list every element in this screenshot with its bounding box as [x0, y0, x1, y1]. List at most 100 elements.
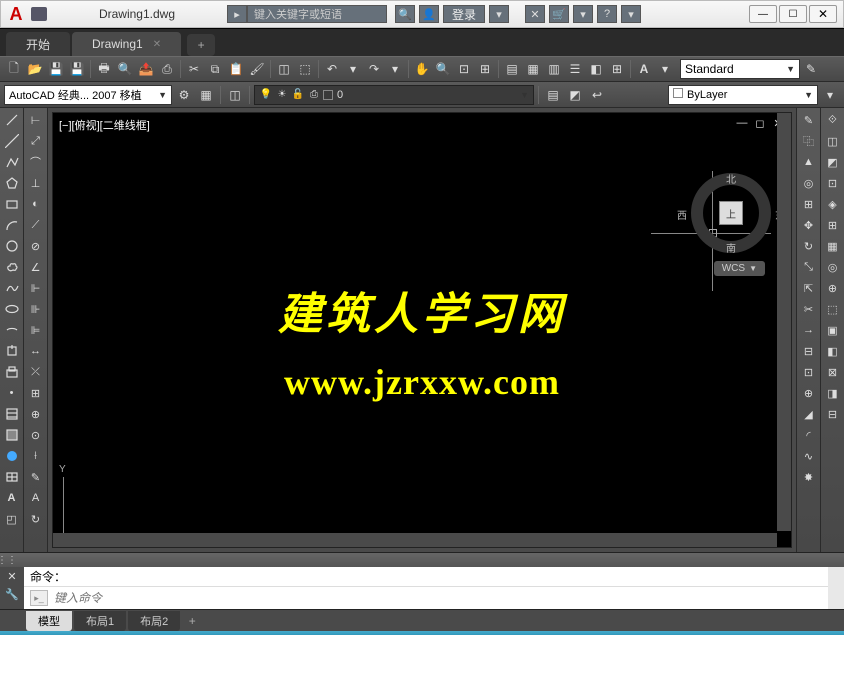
scrollbar-vertical[interactable]	[777, 113, 791, 531]
mod2-g[interactable]: ▦	[823, 236, 843, 256]
print-icon[interactable]: 🖶	[94, 59, 114, 79]
vp-minimize-icon[interactable]: —	[735, 117, 749, 130]
cmd-prompt-icon[interactable]: ▸_	[30, 590, 48, 606]
dim-jogline-tool[interactable]: ⟊	[26, 446, 46, 466]
addsel-tool[interactable]: ◰	[2, 509, 22, 529]
publish-icon[interactable]: 📤	[136, 59, 156, 79]
linetype-dropdown[interactable]: ByLayer▼	[668, 85, 818, 105]
saveas-icon[interactable]: 💾	[67, 59, 87, 79]
arc-tool[interactable]	[2, 215, 22, 235]
mod2-k[interactable]: ▣	[823, 320, 843, 340]
table-tool[interactable]	[2, 467, 22, 487]
rect-tool[interactable]	[2, 194, 22, 214]
mod2-n[interactable]: ◨	[823, 383, 843, 403]
dim-arc-tool[interactable]: ⌒	[26, 152, 46, 172]
break2-tool[interactable]: ⊡	[799, 362, 819, 382]
mod2-f[interactable]: ⊞	[823, 215, 843, 235]
sheet-icon[interactable]: ☰	[565, 59, 585, 79]
ws-save-icon[interactable]: ▦	[196, 85, 216, 105]
search-icon[interactable]: 🔍	[395, 5, 415, 23]
move-tool[interactable]: ✥	[799, 215, 819, 235]
trim-tool[interactable]: ✂	[799, 299, 819, 319]
dim-jog-tool[interactable]: ⟋	[26, 215, 46, 235]
center-tool[interactable]: ⊕	[26, 404, 46, 424]
dim-ord-tool[interactable]: ⊥	[26, 173, 46, 193]
scrollbar-horizontal[interactable]	[53, 533, 777, 547]
chamfer-tool[interactable]: ◢	[799, 404, 819, 424]
markup-icon[interactable]: ◧	[586, 59, 606, 79]
help-search-input[interactable]: 键入关键字或短语	[247, 5, 387, 23]
layout-tab-model[interactable]: 模型	[26, 611, 72, 631]
dim-cont-tool[interactable]: ⊫	[26, 320, 46, 340]
stretch-tool[interactable]: ⇱	[799, 278, 819, 298]
mtext-tool[interactable]: A	[2, 488, 22, 508]
undo-icon[interactable]: ↶	[322, 59, 342, 79]
erase-tool[interactable]: ✎	[799, 110, 819, 130]
circle-tool[interactable]	[2, 236, 22, 256]
text-drop-icon[interactable]: ▾	[655, 59, 675, 79]
layer-props-icon[interactable]: ◫	[225, 85, 245, 105]
open-icon[interactable]: 📂	[25, 59, 45, 79]
mod2-c[interactable]: ◩	[823, 152, 843, 172]
viewport-label[interactable]: [−][俯视][二维线框]	[59, 117, 150, 133]
viewcube-top[interactable]: 上	[719, 201, 743, 225]
dim-quick-tool[interactable]: ⊩	[26, 278, 46, 298]
cart-drop-icon[interactable]: ▾	[573, 5, 593, 23]
vp-maximize-icon[interactable]: ◻	[753, 117, 767, 130]
viewcube-south[interactable]: 南	[726, 240, 736, 255]
app-logo[interactable]: A	[3, 2, 29, 26]
undo-drop-icon[interactable]: ▾	[343, 59, 363, 79]
layer-dropdown[interactable]: 💡 ☀ 🔓 ⎙ 0 ▼	[254, 85, 534, 105]
mod2-h[interactable]: ◎	[823, 257, 843, 277]
text-tool-icon[interactable]: A	[634, 59, 654, 79]
tolerance-tool[interactable]: ⊞	[26, 383, 46, 403]
layer-prev-icon[interactable]: ↩	[587, 85, 607, 105]
rotate-tool[interactable]: ↻	[799, 236, 819, 256]
redo-drop-icon[interactable]: ▾	[385, 59, 405, 79]
login-button[interactable]: 登录	[443, 5, 485, 23]
dc-icon[interactable]: ▦	[523, 59, 543, 79]
offset-tool[interactable]: ◎	[799, 173, 819, 193]
qat-dropdown[interactable]	[31, 7, 47, 21]
region-tool[interactable]	[2, 446, 22, 466]
command-input[interactable]	[54, 591, 822, 605]
workspace-dropdown[interactable]: AutoCAD 经典... 2007 移植▼	[4, 85, 172, 105]
maximize-button[interactable]: ☐	[779, 5, 807, 23]
match-icon[interactable]: 🖌	[247, 59, 267, 79]
line-tool[interactable]	[2, 110, 22, 130]
viewcube-north[interactable]: 北	[726, 171, 736, 186]
pline-tool[interactable]	[2, 152, 22, 172]
minimize-button[interactable]: —	[749, 5, 777, 23]
dim-rad-tool[interactable]: ◐	[26, 194, 46, 214]
ref-icon[interactable]: ⬚	[295, 59, 315, 79]
spline-tool[interactable]	[2, 278, 22, 298]
wcs-badge[interactable]: WCS▼	[714, 261, 765, 276]
explode-tool[interactable]: ✸	[799, 467, 819, 487]
mod2-b[interactable]: ◫	[823, 131, 843, 151]
block-tool[interactable]	[2, 362, 22, 382]
mod2-i[interactable]: ⊕	[823, 278, 843, 298]
dim-linear-tool[interactable]: ⊢	[26, 110, 46, 130]
cmd-scrollbar[interactable]	[828, 567, 844, 609]
xline-tool[interactable]	[2, 131, 22, 151]
polygon-tool[interactable]	[2, 173, 22, 193]
linetype-more-icon[interactable]: ▾	[820, 85, 840, 105]
save-icon[interactable]: 💾	[46, 59, 66, 79]
dim-break-tool[interactable]: ⤫	[26, 362, 46, 382]
array-tool[interactable]: ⊞	[799, 194, 819, 214]
tab-start[interactable]: 开始	[6, 32, 70, 56]
plot-icon[interactable]: ⎙	[157, 59, 177, 79]
tab-close-icon[interactable]: ✕	[153, 39, 161, 50]
pan-icon[interactable]: ✋	[412, 59, 432, 79]
revcloud-tool[interactable]	[2, 257, 22, 277]
preview-icon[interactable]: 🔍	[115, 59, 135, 79]
mirror-tool[interactable]: ▲	[799, 152, 819, 172]
cmd-options-icon[interactable]: 🔧	[0, 585, 24, 603]
dim-ang-tool[interactable]: ∠	[26, 257, 46, 277]
dim-edit-tool[interactable]: ✎	[26, 467, 46, 487]
dim-aligned-tool[interactable]: ⤢	[26, 131, 46, 151]
redo-icon[interactable]: ↷	[364, 59, 384, 79]
mod2-d[interactable]: ⊡	[823, 173, 843, 193]
join-tool[interactable]: ⊕	[799, 383, 819, 403]
zoom-prev-icon[interactable]: ⊞	[475, 59, 495, 79]
